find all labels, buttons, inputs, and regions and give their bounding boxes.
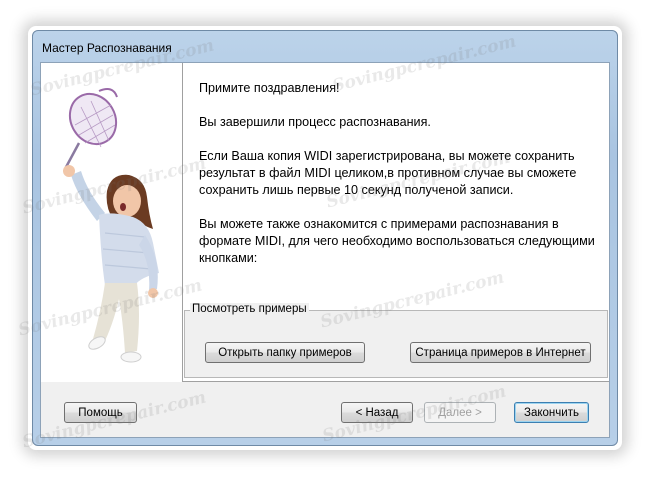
completion-message: Вы завершили процесс распознавания. <box>199 115 431 129</box>
wizard-illustration <box>41 63 182 382</box>
title-bar[interactable]: Мастер Распознавания <box>33 31 617 61</box>
next-button[interactable]: Далее > <box>424 402 496 423</box>
congratulations-text: Примите поздравления! Вы завершили проце… <box>199 80 599 284</box>
help-button[interactable]: Помощь <box>64 402 137 423</box>
back-button[interactable]: < Назад <box>341 402 413 423</box>
finish-button[interactable]: Закончить <box>514 402 589 423</box>
girl-figure <box>63 165 159 363</box>
page: Мастер Распознавания Примите поздравлени… <box>0 0 651 478</box>
online-examples-page-button[interactable]: Страница примеров в Интернет <box>410 342 591 363</box>
window-title: Мастер Распознавания <box>42 41 172 55</box>
registration-note: Если Ваша копия WIDI зарегистрирована, в… <box>199 149 577 197</box>
examples-group-box: Посмотреть примеры Открыть папку примеро… <box>184 303 608 378</box>
examples-group-label: Посмотреть примеры <box>190 303 309 315</box>
congrats-heading: Примите поздравления! <box>199 81 340 95</box>
wizard-content-panel: Примите поздравления! Вы завершили проце… <box>182 63 609 382</box>
butterfly-net-icon <box>63 88 118 170</box>
dialog-client-area: Примите поздравления! Вы завершили проце… <box>40 62 610 438</box>
open-examples-folder-button[interactable]: Открыть папку примеров <box>205 342 365 363</box>
wizard-window: Мастер Распознавания Примите поздравлени… <box>32 30 618 446</box>
girl-with-butterfly-net-image <box>63 88 159 363</box>
examples-note: Вы можете также ознакомится с примерами … <box>199 217 595 265</box>
